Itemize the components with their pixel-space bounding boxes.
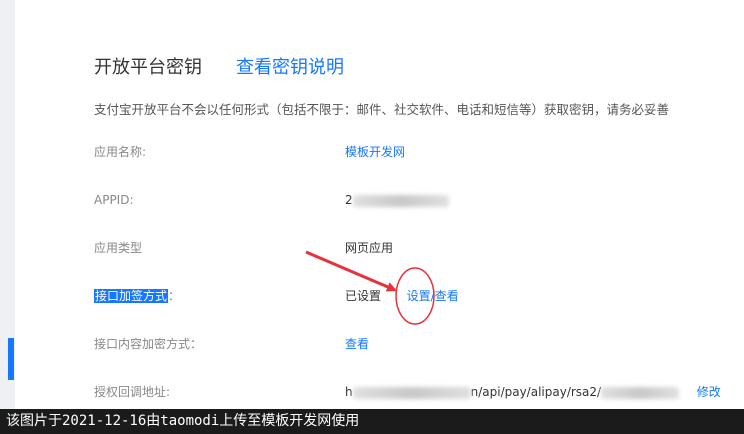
sign-method-status: 已设置 (345, 289, 382, 303)
sign-method-label: 接口加签方式 (94, 289, 169, 303)
app-type-label: 应用类型 (94, 241, 143, 255)
appid-visible-prefix: 2 (345, 193, 353, 207)
sign-method-set-link[interactable]: 设置 (407, 289, 431, 303)
callback-url-path: n/api/pay/alipay/rsa2/ (470, 385, 602, 399)
sign-method-value: 已设置 设置/查看 (345, 287, 459, 305)
app-type-value: 网页应用 (345, 241, 394, 255)
callback-url-prefix: h (345, 385, 353, 399)
left-sidebar-rail (0, 0, 15, 434)
content-encrypt-view-link[interactable]: 查看 (345, 335, 369, 353)
appid-redacted (352, 194, 449, 207)
content-encrypt-label: 接口内容加密方式： (94, 337, 203, 351)
page-title: 开放平台密钥 (94, 57, 202, 78)
sign-method-label-colon: ： (168, 289, 181, 303)
appid-value: 2 (345, 191, 449, 209)
callback-url-label: 授权回调地址: (94, 385, 171, 399)
security-notice: 支付宝开放平台不会以任何形式（包括不限于：邮件、社交软件、电话和短信等）获取密钥… (94, 102, 670, 117)
sign-method-view-link[interactable]: 查看 (435, 289, 459, 303)
sidebar-active-indicator (8, 338, 14, 380)
app-name-link[interactable]: 模板开发网 (345, 143, 405, 161)
callback-url-value: h n/api/pay/alipay/rsa2/ 修改 (345, 383, 721, 401)
key-help-link[interactable]: 查看密钥说明 (236, 56, 344, 80)
callback-url-redacted-tail (601, 386, 680, 399)
callback-url-edit-link[interactable]: 修改 (697, 385, 721, 399)
watermark-banner: 该图片于2021-12-16由taomodi上传至模板开发网使用 (0, 409, 744, 434)
appid-label: APPID: (94, 193, 134, 207)
callback-url-redacted-host (352, 386, 471, 399)
app-name-label: 应用名称: (94, 145, 147, 159)
sign-method-label-group: 接口加签方式： (94, 287, 180, 305)
app-keys-page: 开放平台密钥 查看密钥说明 支付宝开放平台不会以任何形式（包括不限于：邮件、社交… (0, 0, 744, 434)
annotation-arrow (305, 250, 397, 292)
